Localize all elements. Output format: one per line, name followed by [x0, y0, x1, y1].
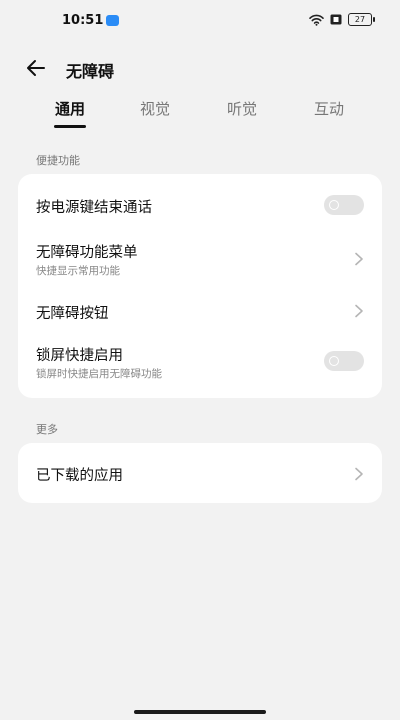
- setting-title: 按电源键结束通话: [36, 200, 152, 216]
- tab-hearing[interactable]: 听觉: [212, 98, 272, 119]
- power-key-end-call-toggle[interactable]: [324, 195, 364, 215]
- setting-subtitle: 锁屏时快捷启用无障碍功能: [36, 368, 162, 380]
- section-label-more: 更多: [36, 423, 58, 436]
- setting-title: 锁屏快捷启用: [36, 348, 123, 364]
- setting-title: 无障碍功能菜单: [36, 245, 138, 261]
- chevron-right-icon: [354, 466, 364, 481]
- tab-general[interactable]: 通用: [40, 98, 100, 119]
- section-label-shortcuts: 便捷功能: [36, 154, 80, 167]
- setting-title: 已下载的应用: [36, 468, 123, 484]
- setting-row-power-key-end-call[interactable]: 按电源键结束通话: [18, 174, 382, 234]
- setting-row-lockscreen-shortcut[interactable]: 锁屏快捷启用 锁屏时快捷启用无障碍功能: [18, 338, 382, 398]
- tab-bar: 通用 视觉 听觉 互动: [0, 98, 400, 132]
- app-bar: 无障碍: [0, 50, 400, 86]
- toggle-knob: [329, 200, 339, 210]
- wifi-icon: [309, 14, 324, 26]
- tab-interaction[interactable]: 互动: [299, 98, 359, 119]
- lockscreen-shortcut-toggle[interactable]: [324, 351, 364, 371]
- status-time: 10:51: [62, 13, 104, 28]
- setting-row-accessibility-menu[interactable]: 无障碍功能菜单 快捷显示常用功能: [18, 234, 382, 286]
- status-icons: 27: [309, 13, 375, 26]
- home-indicator[interactable]: [134, 710, 266, 714]
- toggle-knob: [329, 356, 339, 366]
- chevron-right-icon: [354, 251, 364, 266]
- notification-app-icon: [106, 15, 119, 26]
- chevron-right-icon: [354, 303, 364, 318]
- setting-subtitle: 快捷显示常用功能: [36, 265, 120, 277]
- tab-vision[interactable]: 视觉: [125, 98, 185, 119]
- active-tab-indicator: [54, 125, 86, 128]
- sim-card-icon: [330, 14, 342, 25]
- more-card: 已下载的应用: [18, 443, 382, 503]
- back-arrow-icon[interactable]: [24, 56, 48, 80]
- shortcuts-card: 按电源键结束通话 无障碍功能菜单 快捷显示常用功能 无障碍按钮 锁屏快捷启用 锁…: [18, 174, 382, 398]
- setting-row-downloaded-apps[interactable]: 已下载的应用: [18, 443, 382, 503]
- setting-row-accessibility-button[interactable]: 无障碍按钮: [18, 286, 382, 338]
- status-bar: 10:51 27: [0, 0, 400, 42]
- setting-title: 无障碍按钮: [36, 306, 109, 322]
- battery-icon: 27: [348, 13, 375, 26]
- page-title: 无障碍: [66, 62, 115, 81]
